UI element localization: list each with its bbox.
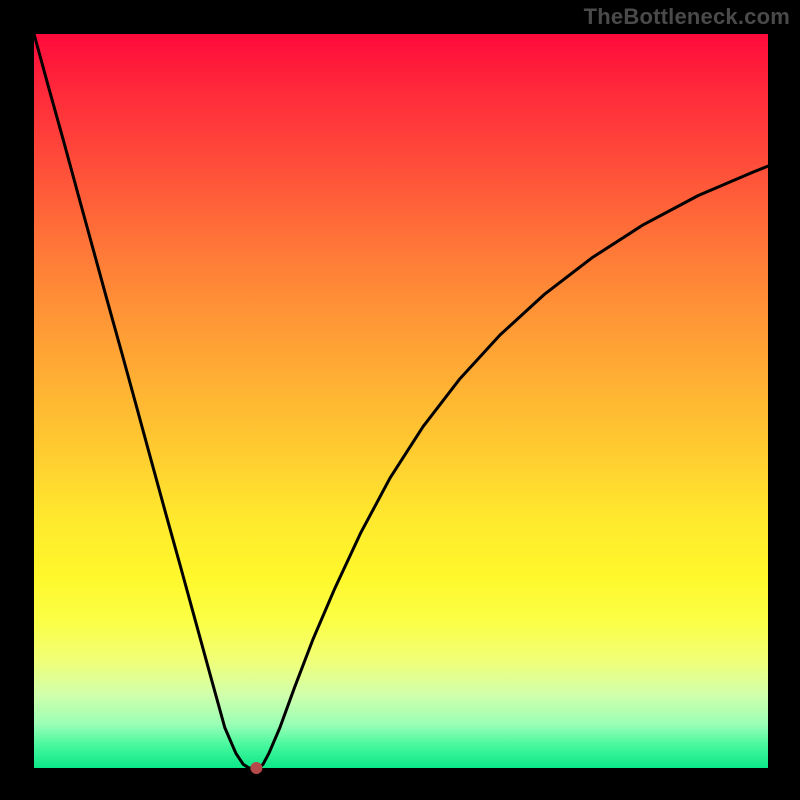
min-marker (250, 762, 262, 774)
bottleneck-curve-path (34, 34, 768, 768)
chart-frame: TheBottleneck.com (0, 0, 800, 800)
plot-area (34, 34, 768, 768)
watermark-text: TheBottleneck.com (584, 4, 790, 30)
chart-svg (34, 34, 768, 768)
